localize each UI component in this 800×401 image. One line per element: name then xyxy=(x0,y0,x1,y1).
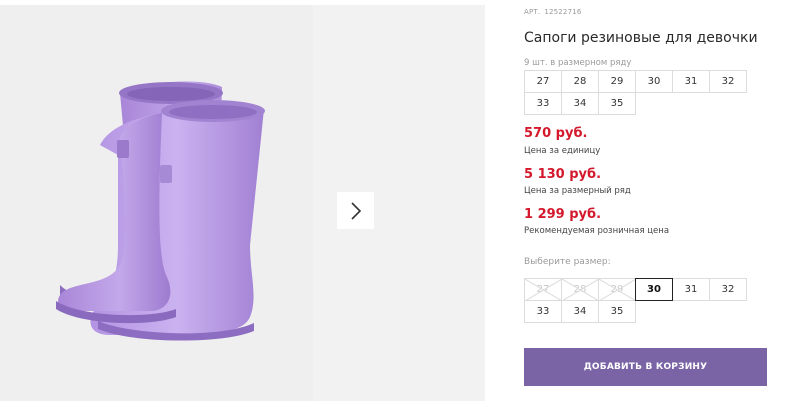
size-option-label: 32 xyxy=(721,284,735,295)
pack-size-cell: 31 xyxy=(672,70,710,93)
pack-size-cell: 32 xyxy=(709,70,747,93)
pack-size-cell: 28 xyxy=(561,70,599,93)
size-option-29: 29 xyxy=(598,278,636,301)
chevron-right-icon xyxy=(350,201,361,220)
size-option-30[interactable]: 30 xyxy=(635,278,673,301)
unavailable-cross-icon xyxy=(562,279,599,301)
article-value: 12522716 xyxy=(544,8,582,16)
pack-size-cell: 30 xyxy=(635,70,673,93)
size-option-28: 28 xyxy=(561,278,599,301)
pack-size-cell: 34 xyxy=(561,92,599,115)
pack-size-cell: 33 xyxy=(524,92,562,115)
size-option-33[interactable]: 33 xyxy=(524,300,562,323)
size-picker-label: Выберите размер: xyxy=(524,257,611,267)
pack-label: 9 шт. в размерном ряду xyxy=(524,58,632,68)
size-option-label: 33 xyxy=(536,306,550,317)
size-picker-grid: 272829 30 31 32 33 34 35 xyxy=(524,278,747,323)
add-to-cart-button[interactable]: ДОБАВИТЬ В КОРЗИНУ xyxy=(524,348,767,386)
size-option-label: 35 xyxy=(610,306,624,317)
size-option-label: 30 xyxy=(647,284,661,295)
pack-size-cell: 27 xyxy=(524,70,562,93)
size-option-31[interactable]: 31 xyxy=(672,278,710,301)
pack-size-grid: 27 28 29 30 31 32 33 34 35 xyxy=(524,70,747,115)
size-option-32[interactable]: 32 xyxy=(709,278,747,301)
unavailable-cross-icon xyxy=(599,279,636,301)
size-option-34[interactable]: 34 xyxy=(561,300,599,323)
rubber-boots-image xyxy=(56,81,265,341)
unavailable-cross-icon xyxy=(525,279,562,301)
unit-price: 570 руб. xyxy=(524,126,588,141)
product-gallery xyxy=(0,0,485,401)
gallery-next-button[interactable] xyxy=(337,192,374,229)
unit-price-note: Цена за единицу xyxy=(524,146,601,156)
pack-size-cell: 35 xyxy=(598,92,636,115)
pack-price: 5 130 руб. xyxy=(524,167,602,182)
pack-price-note: Цена за размерный ряд xyxy=(524,186,631,196)
size-option-35[interactable]: 35 xyxy=(598,300,636,323)
size-option-label: 34 xyxy=(573,306,587,317)
size-option-label: 31 xyxy=(684,284,698,295)
article-label: АРТ. xyxy=(524,8,541,16)
article-number: АРТ. 12522716 xyxy=(524,8,586,16)
size-option-27: 27 xyxy=(524,278,562,301)
product-title: Сапоги резиновые для девочки xyxy=(524,30,758,46)
retail-price: 1 299 руб. xyxy=(524,207,602,222)
retail-price-note: Рекомендуемая розничная цена xyxy=(524,226,670,236)
product-photo[interactable] xyxy=(0,5,313,401)
pack-size-cell: 29 xyxy=(598,70,636,93)
